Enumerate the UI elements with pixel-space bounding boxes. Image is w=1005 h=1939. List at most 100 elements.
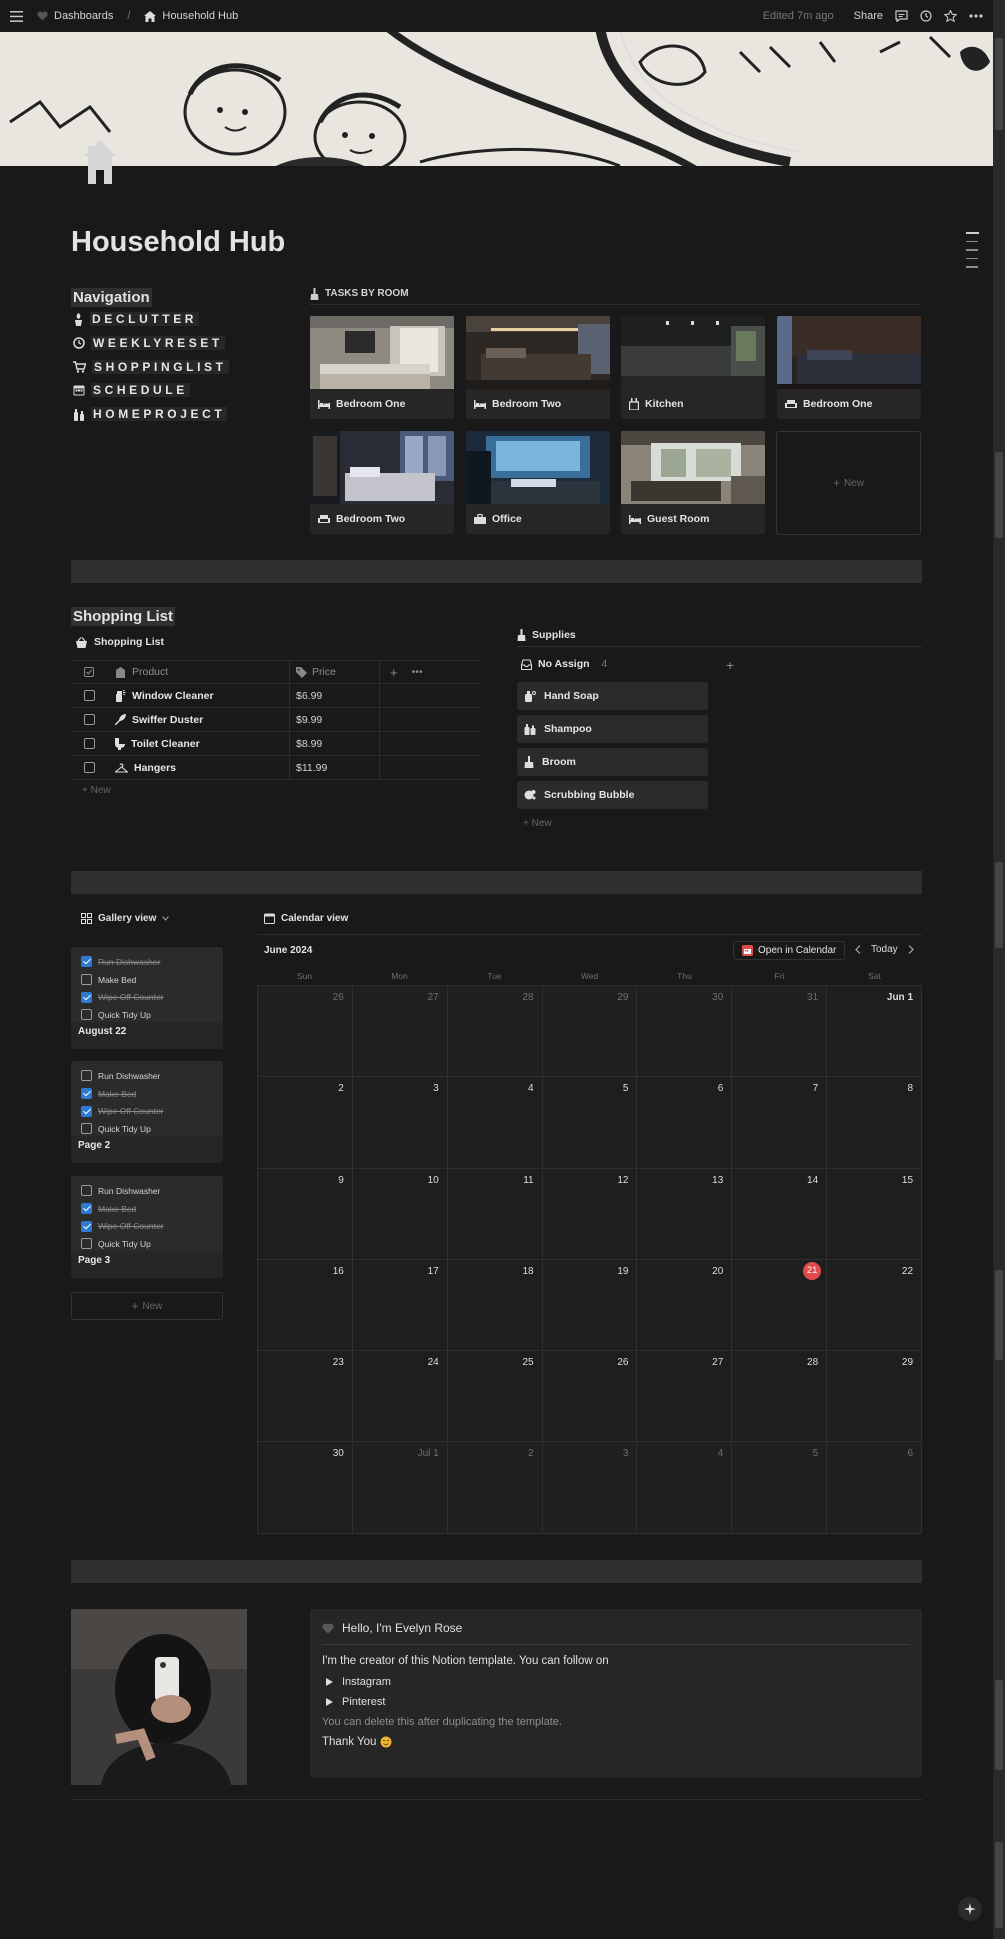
task-checkbox[interactable] xyxy=(81,1185,92,1197)
board-group-header[interactable]: No Assign 4 xyxy=(521,658,607,670)
calendar-day[interactable]: 4 xyxy=(446,1077,542,1168)
task-item[interactable]: Run Dishwasher xyxy=(81,953,213,971)
add-column-icon[interactable]: + xyxy=(390,665,398,680)
new-row-button[interactable]: + New xyxy=(82,785,111,796)
calendar-day[interactable]: 31 xyxy=(731,986,827,1077)
scrollbar-thumb[interactable] xyxy=(995,38,1003,130)
open-in-calendar-button[interactable]: Open in Calendar xyxy=(733,941,846,960)
page-home-icon[interactable] xyxy=(82,138,118,184)
calendar-day-today[interactable]: 21 xyxy=(731,1259,827,1351)
calendar-day[interactable]: Jul 1 xyxy=(351,1442,447,1533)
page-title[interactable]: Household Hub xyxy=(71,226,285,259)
task-checkbox[interactable] xyxy=(81,1220,92,1232)
task-checkbox[interactable] xyxy=(81,1070,92,1082)
new-gallery-card-button[interactable]: + New xyxy=(71,1292,223,1320)
nav-link-weeklyreset[interactable]: WEEKLYRESET xyxy=(73,336,225,350)
calendar-day[interactable]: 26 xyxy=(541,1351,637,1442)
breadcrumb-current[interactable]: Household Hub xyxy=(162,10,238,22)
today-button[interactable]: Today xyxy=(871,944,898,955)
calendar-day[interactable]: 20 xyxy=(636,1259,732,1351)
supply-card[interactable]: Shampoo xyxy=(517,715,708,743)
calendar-day[interactable]: 7 xyxy=(731,1077,827,1168)
help-button[interactable] xyxy=(958,1897,982,1921)
calendar-day[interactable]: 27 xyxy=(636,1351,732,1442)
share-button[interactable]: Share xyxy=(854,10,883,22)
calendar-day[interactable]: 11 xyxy=(446,1168,542,1259)
calendar-day[interactable]: 5 xyxy=(541,1077,637,1168)
task-checkbox[interactable] xyxy=(81,1238,92,1250)
breadcrumb-parent[interactable]: Dashboards xyxy=(54,10,113,22)
task-checkbox[interactable] xyxy=(81,1203,92,1215)
task-item[interactable]: Wipe Off Counter xyxy=(81,988,213,1006)
tasks-by-room-header[interactable]: TASKS BY ROOM xyxy=(310,283,921,305)
calendar-view-tab[interactable]: Calendar view xyxy=(264,913,348,924)
task-checkbox[interactable] xyxy=(81,1088,92,1100)
calendar-day[interactable]: 26 xyxy=(257,986,352,1077)
table-row[interactable]: Swiffer Duster $9.99 xyxy=(71,708,480,732)
calendar-day[interactable]: 10 xyxy=(351,1168,447,1259)
chevron-right-icon[interactable] xyxy=(908,945,914,954)
calendar-day[interactable]: 17 xyxy=(351,1259,447,1351)
task-item[interactable]: Wipe Off Counter xyxy=(81,1102,213,1120)
calendar-day[interactable]: 28 xyxy=(446,986,542,1077)
triangle-right-icon[interactable] xyxy=(326,1698,333,1706)
room-card[interactable]: Office xyxy=(466,431,610,534)
calendar-day[interactable]: Jun 1 xyxy=(826,986,923,1077)
row-checkbox[interactable] xyxy=(83,762,95,773)
supply-card[interactable]: Scrubbing Bubble xyxy=(517,781,708,809)
nav-link-homeproject[interactable]: HOMEPROJECT xyxy=(73,407,228,421)
room-card[interactable]: Bedroom One xyxy=(310,316,454,419)
new-card-button[interactable]: + New xyxy=(523,818,552,829)
gallery-view-tab[interactable]: Gallery view xyxy=(81,913,170,924)
table-of-contents-icon[interactable] xyxy=(966,232,979,275)
scrollbar[interactable] xyxy=(993,0,1005,1939)
calendar-day[interactable]: 2 xyxy=(446,1442,542,1533)
supply-card[interactable]: Hand Soap xyxy=(517,682,708,710)
calendar-day[interactable]: 5 xyxy=(731,1442,827,1533)
add-card-icon[interactable]: + xyxy=(726,657,734,673)
history-icon[interactable] xyxy=(920,10,932,22)
toggle-instagram[interactable]: Instagram xyxy=(326,1676,910,1688)
task-item[interactable]: Make Bed xyxy=(81,1085,213,1103)
calendar-day[interactable]: 30 xyxy=(636,986,732,1077)
calendar-day[interactable]: 28 xyxy=(731,1351,827,1442)
product-column-header[interactable]: Product xyxy=(107,661,290,683)
calendar-day[interactable]: 23 xyxy=(257,1351,352,1442)
new-room-button[interactable]: + New xyxy=(776,431,921,535)
comment-icon[interactable] xyxy=(895,10,908,22)
row-checkbox[interactable] xyxy=(83,714,95,725)
shopping-list-db-title[interactable]: Shopping List xyxy=(75,636,164,648)
calendar-day[interactable]: 9 xyxy=(257,1168,352,1259)
calendar-day[interactable]: 8 xyxy=(826,1077,923,1168)
task-item[interactable]: Make Bed xyxy=(81,971,213,989)
calendar-day[interactable]: 18 xyxy=(446,1259,542,1351)
calendar-day[interactable]: 24 xyxy=(351,1351,447,1442)
nav-link-shoppinglist[interactable]: SHOPPINGLIST xyxy=(73,360,229,374)
more-icon[interactable] xyxy=(969,14,983,18)
room-card[interactable]: Guest Room xyxy=(621,431,765,534)
calendar-day[interactable]: 13 xyxy=(636,1168,732,1259)
calendar-day[interactable]: 3 xyxy=(351,1077,447,1168)
gallery-card[interactable]: Run Dishwasher Make Bed Wipe Off Counter… xyxy=(71,947,223,1049)
gallery-card[interactable]: Run Dishwasher Make Bed Wipe Off Counter… xyxy=(71,1176,223,1278)
calendar-day[interactable]: 16 xyxy=(257,1259,352,1351)
calendar-day[interactable]: 15 xyxy=(826,1168,923,1259)
nav-link-declutter[interactable]: DECLUTTER xyxy=(73,312,200,326)
supplies-header[interactable]: Supplies xyxy=(517,624,922,647)
star-icon[interactable] xyxy=(944,10,957,22)
calendar-day[interactable]: 2 xyxy=(257,1077,352,1168)
table-row[interactable]: Hangers $11.99 xyxy=(71,756,480,780)
calendar-day[interactable]: 6 xyxy=(636,1077,732,1168)
chevron-left-icon[interactable] xyxy=(855,945,861,954)
calendar-day[interactable]: 29 xyxy=(826,1351,923,1442)
nav-link-schedule[interactable]: SCHEDULE xyxy=(73,383,190,397)
task-item[interactable]: Run Dishwasher xyxy=(81,1182,213,1200)
calendar-day[interactable]: 3 xyxy=(541,1442,637,1533)
table-row[interactable]: Window Cleaner $6.99 xyxy=(71,684,480,708)
calendar-day[interactable]: 14 xyxy=(731,1168,827,1259)
row-checkbox[interactable] xyxy=(83,690,95,701)
room-card[interactable]: Kitchen xyxy=(621,316,765,419)
gallery-card[interactable]: Run Dishwasher Make Bed Wipe Off Counter… xyxy=(71,1061,223,1163)
calendar-day[interactable]: 6 xyxy=(826,1442,923,1533)
price-column-header[interactable]: Price xyxy=(290,661,380,683)
